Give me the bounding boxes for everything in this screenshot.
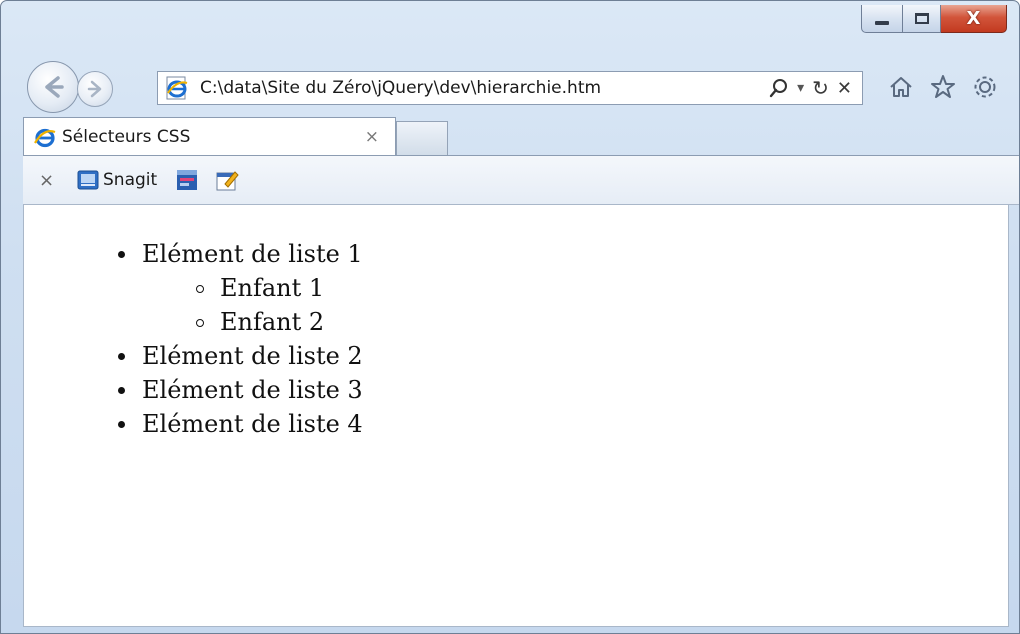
ie-page-icon (166, 76, 188, 100)
close-window-button[interactable]: X (941, 5, 1007, 33)
list-item-label: Enfant 1 (220, 274, 325, 302)
list-item: Elément de liste 2 (116, 339, 363, 373)
arrow-right-icon (87, 80, 102, 98)
list-item: Elément de liste 1 Enfant 1 Enfant 2 (116, 237, 363, 339)
edit-capture-icon[interactable] (215, 168, 239, 192)
list-item: Enfant 1 (194, 271, 363, 305)
maximize-icon (914, 13, 929, 24)
bulleted-list: Elément de liste 1 Enfant 1 Enfant 2 Elé… (116, 237, 363, 441)
minimize-button[interactable] (861, 5, 903, 33)
list-item-label: Elément de liste 4 (142, 410, 363, 438)
toolbar-right-icons (887, 73, 999, 101)
refresh-icon[interactable]: ↻ (812, 76, 829, 100)
tab-strip: Sélecteurs CSS × (23, 117, 1019, 155)
forward-button[interactable] (77, 71, 113, 107)
tab-label: Sélecteurs CSS (62, 126, 191, 147)
snagit-icon[interactable] (77, 170, 99, 190)
list-item: Enfant 2 (194, 305, 363, 339)
list-item: Elément de liste 4 (116, 407, 363, 441)
page-content: Elément de liste 1 Enfant 1 Enfant 2 Elé… (23, 205, 1009, 627)
minimize-icon (875, 20, 889, 25)
command-bar: × Snagit (23, 155, 1019, 205)
list-item: Elément de liste 3 (116, 373, 363, 407)
gear-icon[interactable] (971, 73, 999, 101)
search-icon[interactable] (769, 78, 789, 98)
list-item-label: Enfant 2 (220, 308, 325, 336)
back-button[interactable] (27, 61, 79, 113)
navigation-bar: C:\data\Site du Zéro\jQuery\dev\hierarch… (21, 61, 1011, 113)
arrow-left-icon (45, 76, 64, 98)
snagit-label[interactable]: Snagit (103, 170, 157, 190)
list-item-label: Elément de liste 2 (142, 342, 363, 370)
address-text[interactable]: C:\data\Site du Zéro\jQuery\dev\hierarch… (200, 78, 769, 98)
address-tools: ▾ ↻ ✕ (769, 76, 852, 100)
close-toolbar-icon[interactable]: × (39, 170, 63, 191)
nested-list: Enfant 1 Enfant 2 (194, 271, 363, 339)
favorites-star-icon[interactable] (929, 73, 957, 101)
home-icon[interactable] (887, 73, 915, 101)
ie-logo-icon (34, 128, 56, 147)
screen-capture-icon[interactable] (175, 168, 199, 192)
address-bar[interactable]: C:\data\Site du Zéro\jQuery\dev\hierarch… (157, 71, 863, 105)
browser-window: X C:\data\Site du Zéro\jQuery\dev\hierar… (0, 0, 1020, 634)
list-item-label: Elément de liste 3 (142, 376, 363, 404)
list-item-label: Elément de liste 1 (142, 240, 363, 268)
close-icon: X (966, 8, 981, 29)
stop-icon[interactable]: ✕ (837, 78, 852, 99)
maximize-button[interactable] (903, 5, 941, 33)
caption-buttons: X (861, 5, 1007, 33)
new-tab-button[interactable] (396, 121, 448, 155)
tab-close-icon[interactable]: × (365, 127, 379, 147)
dropdown-icon[interactable]: ▾ (797, 80, 804, 96)
tab-selecteurs-css[interactable]: Sélecteurs CSS × (23, 117, 396, 155)
